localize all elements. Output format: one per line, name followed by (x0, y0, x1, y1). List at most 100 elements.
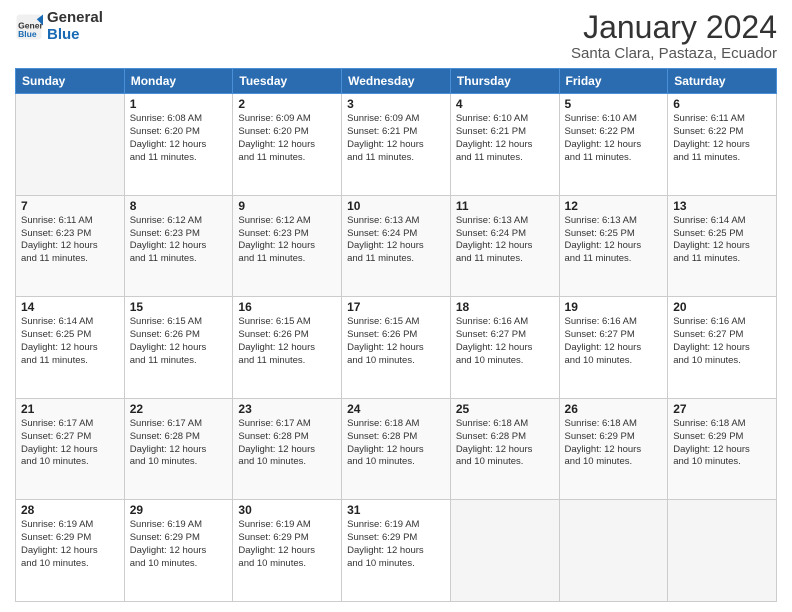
day-number: 20 (673, 300, 771, 314)
logo-icon: General Blue (15, 13, 43, 41)
day-info: Sunrise: 6:17 AM Sunset: 6:27 PM Dayligh… (21, 418, 119, 469)
calendar-cell (450, 500, 559, 602)
calendar-header-sunday: Sunday (16, 69, 125, 94)
day-info: Sunrise: 6:08 AM Sunset: 6:20 PM Dayligh… (130, 113, 228, 164)
calendar-cell: 30 Sunrise: 6:19 AM Sunset: 6:29 PM Dayli… (233, 500, 342, 602)
day-info: Sunrise: 6:18 AM Sunset: 6:28 PM Dayligh… (456, 418, 554, 469)
calendar-cell: 6 Sunrise: 6:11 AM Sunset: 6:22 PM Daylig… (668, 94, 777, 196)
calendar-header-tuesday: Tuesday (233, 69, 342, 94)
logo: General Blue General Blue (15, 10, 103, 43)
calendar-cell (16, 94, 125, 196)
day-info: Sunrise: 6:13 AM Sunset: 6:25 PM Dayligh… (565, 215, 663, 266)
day-info: Sunrise: 6:11 AM Sunset: 6:23 PM Dayligh… (21, 215, 119, 266)
calendar-cell: 9 Sunrise: 6:12 AM Sunset: 6:23 PM Daylig… (233, 195, 342, 297)
day-number: 6 (673, 97, 771, 111)
calendar-cell: 20 Sunrise: 6:16 AM Sunset: 6:27 PM Dayli… (668, 297, 777, 399)
calendar-cell: 7 Sunrise: 6:11 AM Sunset: 6:23 PM Daylig… (16, 195, 125, 297)
day-number: 7 (21, 199, 119, 213)
day-info: Sunrise: 6:13 AM Sunset: 6:24 PM Dayligh… (456, 215, 554, 266)
day-number: 18 (456, 300, 554, 314)
logo-blue: Blue (47, 27, 103, 44)
day-number: 30 (238, 503, 336, 517)
day-number: 12 (565, 199, 663, 213)
calendar-cell: 8 Sunrise: 6:12 AM Sunset: 6:23 PM Daylig… (124, 195, 233, 297)
day-number: 28 (21, 503, 119, 517)
calendar-header-row: SundayMondayTuesdayWednesdayThursdayFrid… (16, 69, 777, 94)
day-info: Sunrise: 6:16 AM Sunset: 6:27 PM Dayligh… (673, 316, 771, 367)
calendar-cell: 3Sunrise: 6:09 AM Sunset: 6:21 PM Daylig… (342, 94, 451, 196)
day-number: 10 (347, 199, 445, 213)
day-number: 16 (238, 300, 336, 314)
day-number: 24 (347, 402, 445, 416)
day-info: Sunrise: 6:17 AM Sunset: 6:28 PM Dayligh… (130, 418, 228, 469)
calendar-cell: 29 Sunrise: 6:19 AM Sunset: 6:29 PM Dayli… (124, 500, 233, 602)
day-info: Sunrise: 6:11 AM Sunset: 6:22 PM Dayligh… (673, 113, 771, 164)
day-info: Sunrise: 6:19 AM Sunset: 6:29 PM Dayligh… (347, 519, 445, 570)
calendar-cell: 13Sunrise: 6:14 AM Sunset: 6:25 PM Dayli… (668, 195, 777, 297)
location-title: Santa Clara, Pastaza, Ecuador (571, 45, 777, 62)
day-info: Sunrise: 6:09 AM Sunset: 6:20 PM Dayligh… (238, 113, 336, 164)
calendar-cell: 22 Sunrise: 6:17 AM Sunset: 6:28 PM Dayli… (124, 398, 233, 500)
calendar-cell: 14 Sunrise: 6:14 AM Sunset: 6:25 PM Dayli… (16, 297, 125, 399)
calendar-cell: 5 Sunrise: 6:10 AM Sunset: 6:22 PM Daylig… (559, 94, 668, 196)
calendar-header-friday: Friday (559, 69, 668, 94)
title-block: January 2024 Santa Clara, Pastaza, Ecuad… (571, 10, 777, 62)
calendar-cell: 23 Sunrise: 6:17 AM Sunset: 6:28 PM Dayli… (233, 398, 342, 500)
day-info: Sunrise: 6:18 AM Sunset: 6:29 PM Dayligh… (565, 418, 663, 469)
day-info: Sunrise: 6:12 AM Sunset: 6:23 PM Dayligh… (130, 215, 228, 266)
calendar-header-wednesday: Wednesday (342, 69, 451, 94)
day-number: 31 (347, 503, 445, 517)
calendar-cell: 25 Sunrise: 6:18 AM Sunset: 6:28 PM Dayli… (450, 398, 559, 500)
day-number: 23 (238, 402, 336, 416)
calendar-week-2: 14 Sunrise: 6:14 AM Sunset: 6:25 PM Dayli… (16, 297, 777, 399)
day-info: Sunrise: 6:16 AM Sunset: 6:27 PM Dayligh… (456, 316, 554, 367)
calendar-week-1: 7 Sunrise: 6:11 AM Sunset: 6:23 PM Daylig… (16, 195, 777, 297)
calendar-cell: 1 Sunrise: 6:08 AM Sunset: 6:20 PM Daylig… (124, 94, 233, 196)
month-title: January 2024 (571, 10, 777, 45)
calendar-cell: 31 Sunrise: 6:19 AM Sunset: 6:29 PM Dayli… (342, 500, 451, 602)
day-number: 15 (130, 300, 228, 314)
logo-general: General (47, 10, 103, 27)
calendar-cell: 21 Sunrise: 6:17 AM Sunset: 6:27 PM Dayli… (16, 398, 125, 500)
calendar-cell: 18 Sunrise: 6:16 AM Sunset: 6:27 PM Dayli… (450, 297, 559, 399)
calendar-cell (559, 500, 668, 602)
day-info: Sunrise: 6:10 AM Sunset: 6:22 PM Dayligh… (565, 113, 663, 164)
day-number: 29 (130, 503, 228, 517)
calendar-cell: 16Sunrise: 6:15 AM Sunset: 6:26 PM Dayli… (233, 297, 342, 399)
day-info: Sunrise: 6:13 AM Sunset: 6:24 PM Dayligh… (347, 215, 445, 266)
day-number: 1 (130, 97, 228, 111)
day-number: 9 (238, 199, 336, 213)
calendar-cell: 10 Sunrise: 6:13 AM Sunset: 6:24 PM Dayli… (342, 195, 451, 297)
day-number: 21 (21, 402, 119, 416)
calendar-cell: 12 Sunrise: 6:13 AM Sunset: 6:25 PM Dayli… (559, 195, 668, 297)
day-number: 4 (456, 97, 554, 111)
day-info: Sunrise: 6:16 AM Sunset: 6:27 PM Dayligh… (565, 316, 663, 367)
calendar-cell (668, 500, 777, 602)
day-info: Sunrise: 6:19 AM Sunset: 6:29 PM Dayligh… (238, 519, 336, 570)
calendar-header-saturday: Saturday (668, 69, 777, 94)
day-info: Sunrise: 6:14 AM Sunset: 6:25 PM Dayligh… (21, 316, 119, 367)
calendar-cell: 19 Sunrise: 6:16 AM Sunset: 6:27 PM Dayli… (559, 297, 668, 399)
calendar-week-0: 1 Sunrise: 6:08 AM Sunset: 6:20 PM Daylig… (16, 94, 777, 196)
day-number: 19 (565, 300, 663, 314)
calendar-cell: 2Sunrise: 6:09 AM Sunset: 6:20 PM Daylig… (233, 94, 342, 196)
calendar-header-thursday: Thursday (450, 69, 559, 94)
day-number: 27 (673, 402, 771, 416)
day-info: Sunrise: 6:15 AM Sunset: 6:26 PM Dayligh… (347, 316, 445, 367)
day-info: Sunrise: 6:17 AM Sunset: 6:28 PM Dayligh… (238, 418, 336, 469)
day-number: 22 (130, 402, 228, 416)
calendar-cell: 27 Sunrise: 6:18 AM Sunset: 6:29 PM Dayli… (668, 398, 777, 500)
calendar-cell: 24Sunrise: 6:18 AM Sunset: 6:28 PM Dayli… (342, 398, 451, 500)
calendar-cell: 26Sunrise: 6:18 AM Sunset: 6:29 PM Dayli… (559, 398, 668, 500)
day-info: Sunrise: 6:12 AM Sunset: 6:23 PM Dayligh… (238, 215, 336, 266)
day-number: 25 (456, 402, 554, 416)
day-info: Sunrise: 6:18 AM Sunset: 6:29 PM Dayligh… (673, 418, 771, 469)
day-number: 5 (565, 97, 663, 111)
day-number: 8 (130, 199, 228, 213)
calendar-cell: 11Sunrise: 6:13 AM Sunset: 6:24 PM Dayli… (450, 195, 559, 297)
day-info: Sunrise: 6:15 AM Sunset: 6:26 PM Dayligh… (130, 316, 228, 367)
calendar-cell: 15 Sunrise: 6:15 AM Sunset: 6:26 PM Dayli… (124, 297, 233, 399)
day-number: 14 (21, 300, 119, 314)
calendar-header-monday: Monday (124, 69, 233, 94)
day-info: Sunrise: 6:19 AM Sunset: 6:29 PM Dayligh… (130, 519, 228, 570)
